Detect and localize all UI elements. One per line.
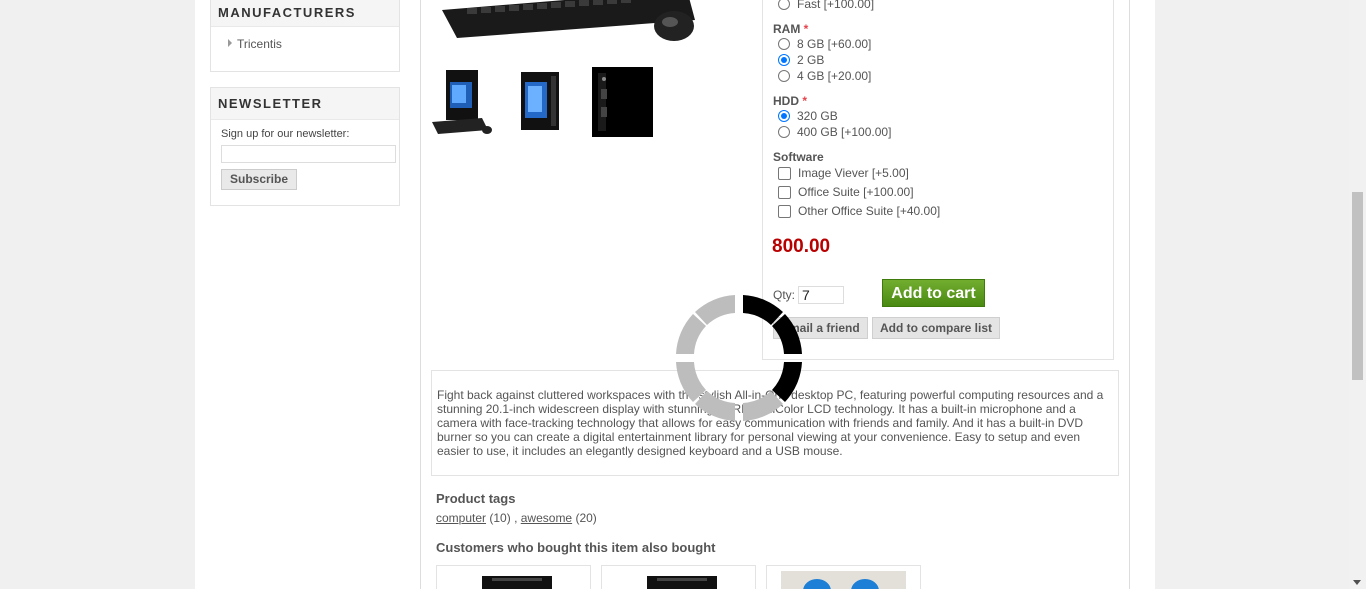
newsletter-label: Sign up for our newsletter: xyxy=(221,128,350,140)
software-option-other-office-suite[interactable]: Other Office Suite [+40.00] xyxy=(778,204,940,218)
product-price: 800.00 xyxy=(772,236,831,257)
hdd-option-400gb[interactable]: 400 GB [+100.00] xyxy=(778,125,891,139)
manufacturers-title: Manufacturers xyxy=(211,0,399,27)
hdd-label: HDD * xyxy=(773,94,808,108)
add-to-compare-button[interactable]: Add to compare list xyxy=(872,317,1001,339)
hdd-option-320gb[interactable]: 320 GB xyxy=(778,109,838,123)
radio-button[interactable] xyxy=(778,0,790,10)
product-main-image[interactable] xyxy=(437,0,699,48)
newsletter-email-input[interactable] xyxy=(221,145,396,163)
software-option-image-viever[interactable]: Image Viever [+5.00] xyxy=(778,166,909,180)
scroll-down-arrow-icon[interactable] xyxy=(1353,580,1361,585)
also-bought-image-2[interactable] xyxy=(602,566,756,589)
scrollbar-thumb[interactable] xyxy=(1352,192,1363,380)
add-to-cart-button[interactable]: Add to cart xyxy=(882,279,985,307)
checkbox[interactable] xyxy=(778,166,791,180)
also-bought-item-3[interactable] xyxy=(766,565,921,589)
radio-button[interactable] xyxy=(778,126,790,138)
software-label: Software xyxy=(773,150,824,164)
ram-option-2gb[interactable]: 2 GB xyxy=(778,53,824,67)
radio-button[interactable] xyxy=(778,70,790,82)
also-bought-image-3[interactable] xyxy=(767,566,921,589)
loading-spinner-icon xyxy=(676,295,802,421)
qty-input[interactable]: 7 xyxy=(798,286,844,304)
subscribe-button[interactable]: Subscribe xyxy=(221,169,298,190)
manufacturer-link-tricentis[interactable]: Tricentis xyxy=(228,37,282,51)
checkbox[interactable] xyxy=(778,204,791,218)
product-tags-list: computer (10) , awesome (20) xyxy=(436,511,597,525)
radio-button-selected[interactable] xyxy=(778,54,790,66)
bullet-triangle-icon xyxy=(228,39,232,47)
also-bought-item-2[interactable] xyxy=(601,565,756,589)
also-bought-image-1[interactable] xyxy=(437,566,591,589)
newsletter-block: Newsletter Sign up for our newsletter: S… xyxy=(210,87,400,206)
product-thumbnail-2[interactable] xyxy=(513,68,569,136)
radio-button[interactable] xyxy=(778,38,790,50)
tag-link-computer[interactable]: computer xyxy=(436,511,486,525)
newsletter-title: Newsletter xyxy=(211,88,399,120)
also-bought-item-1[interactable] xyxy=(436,565,591,589)
processor-option-fast[interactable]: Fast [+100.00] xyxy=(778,0,874,11)
ram-label: RAM * xyxy=(773,22,809,36)
ram-option-8gb[interactable]: 8 GB [+60.00] xyxy=(778,37,871,51)
checkbox[interactable] xyxy=(778,185,791,199)
tag-link-awesome[interactable]: awesome xyxy=(521,511,572,525)
product-thumbnail-3[interactable] xyxy=(592,67,653,137)
also-bought-title: Customers who bought this item also boug… xyxy=(436,540,716,555)
software-option-office-suite[interactable]: Office Suite [+100.00] xyxy=(778,185,914,199)
product-thumbnail-1[interactable] xyxy=(432,68,494,136)
product-tags-title: Product tags xyxy=(436,491,516,506)
radio-button-selected[interactable] xyxy=(778,110,790,122)
ram-option-4gb[interactable]: 4 GB [+20.00] xyxy=(778,69,871,83)
page-scrollbar[interactable] xyxy=(1349,0,1366,589)
manufacturers-block: Manufacturers Tricentis xyxy=(210,0,400,72)
